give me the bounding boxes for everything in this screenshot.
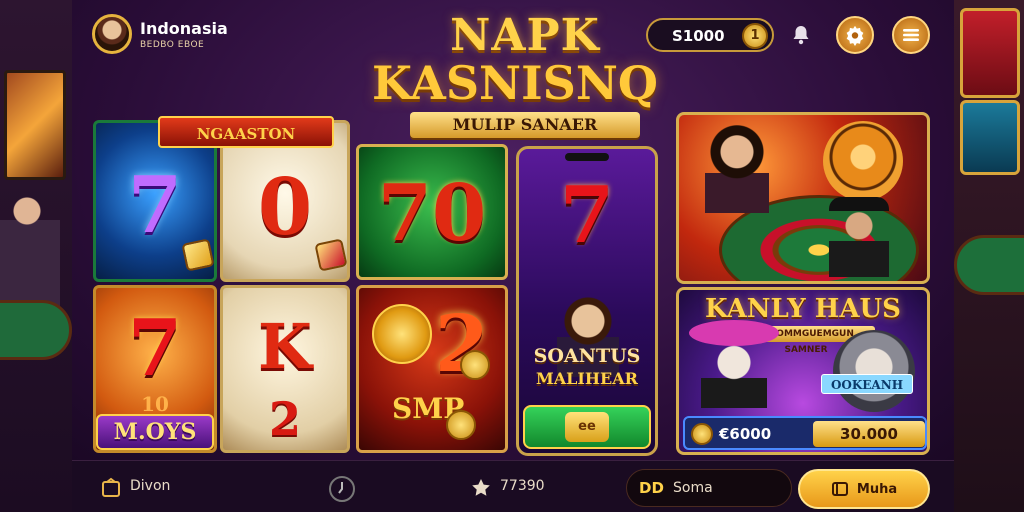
dealer-figure xyxy=(0,185,60,315)
slot-tile-green[interactable]: 70 xyxy=(356,144,508,280)
promo-amount-bar[interactable]: €6000 30.000 xyxy=(683,416,927,450)
page-title: NAPK xyxy=(450,10,600,61)
symbol-seven: 7 xyxy=(127,303,183,394)
nav-value: 77390 xyxy=(500,478,545,494)
dealer-portrait xyxy=(705,123,769,213)
phone-notch xyxy=(565,153,609,161)
pill-code: DD xyxy=(639,479,664,497)
balance-display[interactable]: S1000 1 xyxy=(646,18,774,52)
symbol-two: 2 xyxy=(268,392,301,446)
tiger-icon xyxy=(823,121,903,201)
phone-subtitle: MALIHEAR xyxy=(536,369,638,388)
star-icon[interactable] xyxy=(470,477,492,499)
promo-amount-left: €6000 xyxy=(719,425,772,443)
user-subline: BEDBO EBOE xyxy=(140,40,205,50)
wallet-icon xyxy=(831,482,848,496)
code-pill[interactable]: DD Soma xyxy=(626,469,792,507)
dice-icon xyxy=(314,238,347,272)
hamburger-menu-icon[interactable] xyxy=(892,16,930,54)
panther-icon xyxy=(833,330,915,412)
slot-machine xyxy=(960,8,1020,98)
dice-icon xyxy=(181,238,214,272)
live-casino-banner[interactable] xyxy=(676,112,930,284)
deposit-button[interactable]: Muha xyxy=(798,469,930,509)
gear-icon[interactable] xyxy=(836,16,874,54)
promo-tag: OOKEANH xyxy=(821,374,913,394)
left-casino-scene xyxy=(0,0,72,512)
character-portrait xyxy=(701,338,767,408)
woys-badge[interactable]: M.OYS xyxy=(96,414,214,450)
phone-title: SOANTUS xyxy=(533,345,641,367)
bell-icon[interactable] xyxy=(782,16,820,54)
balance-amount: S1000 xyxy=(672,27,725,45)
play-button-badge: ee xyxy=(565,412,609,442)
symbol-seven: 7 xyxy=(127,160,183,251)
promo-amount-button[interactable]: 30.000 xyxy=(813,421,925,447)
nav-label-divon[interactable]: Divon xyxy=(130,478,170,494)
symbol-small-text: 10 xyxy=(141,392,169,416)
coin-icon[interactable]: 1 xyxy=(742,23,768,49)
side-screen xyxy=(4,70,66,180)
page-title-line2: KASNISNQ xyxy=(372,56,658,110)
player-portrait xyxy=(829,197,889,277)
phone-game-card[interactable]: 7 SOANTUS MALIHEAR ee xyxy=(516,146,658,456)
avatar[interactable] xyxy=(92,14,132,54)
symbol-zero: 0 xyxy=(257,162,313,253)
deposit-label: Muha xyxy=(856,481,898,497)
bottom-bar: Divon 77390 DD Soma Muha xyxy=(72,460,954,512)
coin-icon xyxy=(446,410,476,440)
roulette-table xyxy=(954,235,1024,295)
right-casino-scene xyxy=(954,0,1024,512)
username: Indonasia xyxy=(140,19,228,38)
card-table xyxy=(0,300,72,360)
promo-title: KANLY HAUS xyxy=(705,294,901,324)
slot-machine xyxy=(960,100,1020,175)
title-ribbon: MULIP SANAER xyxy=(410,112,640,138)
tile-ribbon: NGAASTON xyxy=(158,116,334,148)
coin-icon xyxy=(460,350,490,380)
symbol-seventy: 70 xyxy=(377,168,487,259)
pill-label: Soma xyxy=(673,480,713,496)
symbol-king: K xyxy=(258,310,312,383)
symbol-seven: 7 xyxy=(559,170,615,261)
sun-icon xyxy=(372,304,432,364)
play-button[interactable]: ee xyxy=(523,405,651,449)
coin-icon xyxy=(691,423,713,445)
slot-tile-cream[interactable]: K 2 xyxy=(220,285,350,453)
promo-banner[interactable]: KANLY HAUS IHUOMMGUEMGUN SAMNER OOKEANH … xyxy=(676,287,930,455)
home-icon[interactable] xyxy=(100,477,122,499)
clock-icon[interactable] xyxy=(328,475,356,503)
